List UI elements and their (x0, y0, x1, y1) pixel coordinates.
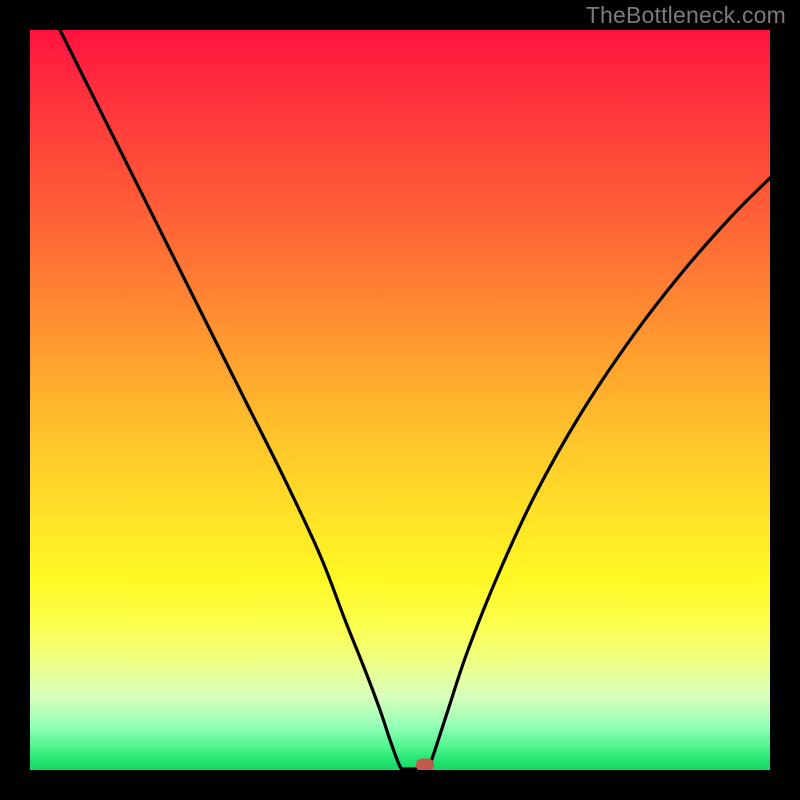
watermark-text: TheBottleneck.com (586, 2, 786, 29)
plot-area (30, 30, 770, 770)
bottleneck-curve (30, 30, 770, 770)
minimum-marker (416, 759, 434, 771)
chart-frame: TheBottleneck.com (0, 0, 800, 800)
curve-path (60, 30, 770, 770)
